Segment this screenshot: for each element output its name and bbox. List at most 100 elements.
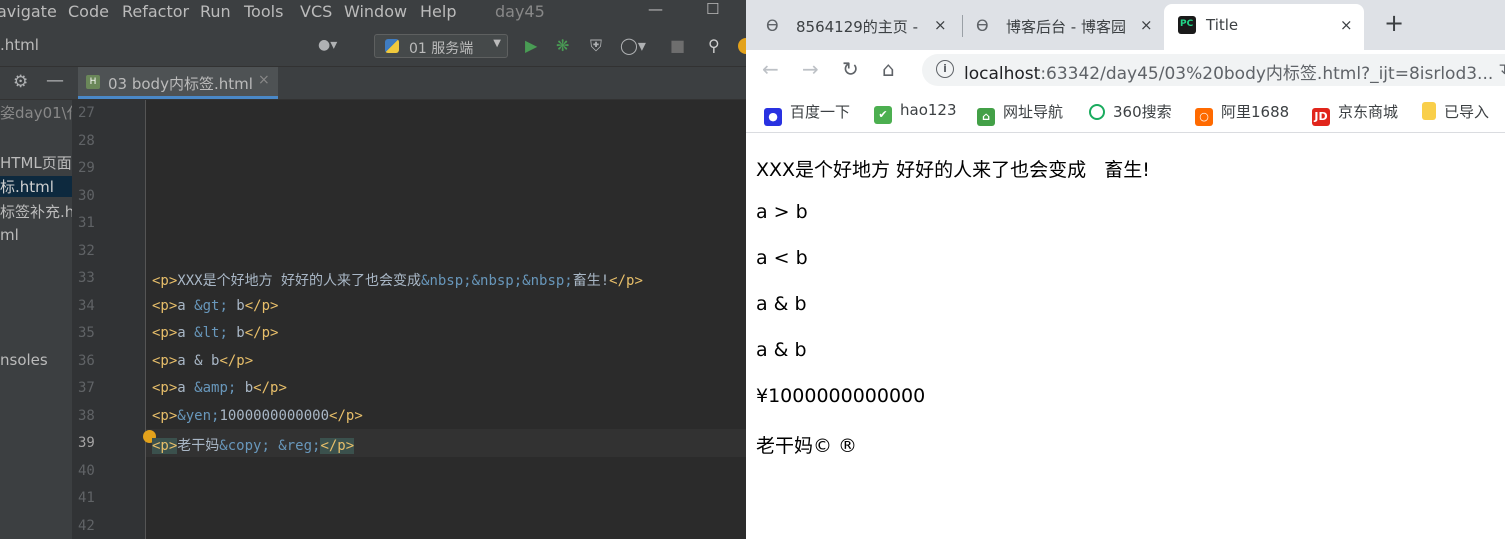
user-icon[interactable]: ●▾	[318, 37, 337, 53]
editor-tabs-bar: ⚙ — H 03 body内标签.html ×	[0, 67, 746, 100]
close-icon[interactable]: ×	[1140, 16, 1153, 34]
bookmark-item[interactable]: 已导入	[1422, 101, 1489, 122]
chevron-down-icon: ▼	[493, 38, 501, 49]
menu-tools[interactable]: Tools	[244, 2, 283, 21]
paragraph: a > b	[756, 201, 808, 223]
project-item[interactable]: ml	[0, 226, 19, 244]
bookmark-item[interactable]: ○ 阿里1688	[1195, 101, 1289, 126]
python-icon	[385, 39, 399, 53]
code-entity: &nbsp;&nbsp;&nbsp;	[421, 273, 573, 289]
search-icon[interactable]: ⚲	[708, 36, 720, 55]
project-item[interactable]: HTML页面.	[0, 152, 72, 173]
menu-help[interactable]: Help	[420, 2, 456, 21]
line-number: 42	[78, 518, 95, 534]
info-icon[interactable]: i	[936, 60, 954, 78]
code-text: 畜生!	[572, 273, 610, 289]
browser-tab-active[interactable]: Title ×	[1164, 4, 1364, 50]
editor-tab[interactable]: H 03 body内标签.html ×	[78, 67, 278, 99]
gear-icon[interactable]: ⚙	[13, 72, 28, 92]
folder-icon	[1422, 102, 1436, 120]
code-entity: &yen;	[177, 408, 220, 424]
minimize-button[interactable]: —	[648, 0, 663, 18]
bookmark-label: 京东商城	[1338, 103, 1399, 121]
browser-tab[interactable]: ϴ 8564129的主页 - ×	[754, 4, 956, 50]
editor-tab-label: 03 body内标签.html	[108, 75, 253, 93]
line-number: 27	[78, 105, 95, 121]
minus-icon[interactable]: —	[46, 70, 64, 91]
360-search-icon	[1089, 104, 1105, 120]
url-text: localhost:63342/day45/03%20body内标签.html?…	[964, 59, 1493, 84]
tag-close: </p>	[253, 380, 287, 396]
line-number: 36	[78, 353, 95, 369]
bookmark-item[interactable]: 360搜索	[1089, 101, 1172, 122]
jd-icon: JD	[1312, 108, 1330, 126]
menu-refactor[interactable]: Refactor	[122, 2, 189, 21]
browser-window: ϴ 8564129的主页 - × ϴ 博客后台 - 博客园 × Title × …	[746, 0, 1505, 539]
code-text: b	[227, 325, 245, 341]
code-line[interactable]: <p>XXX是个好地方 好好的人来了也会变成&nbsp;&nbsp;&nbsp;…	[152, 270, 643, 290]
menu-run[interactable]: Run	[200, 2, 231, 21]
back-icon[interactable]: ←	[762, 57, 779, 81]
line-number-current: 39	[78, 435, 95, 451]
url-host: localhost	[964, 64, 1041, 84]
ide-window: avigate Code Refactor Run Tools VCS Wind…	[0, 0, 746, 539]
project-item[interactable]: 标签补充.h	[0, 201, 72, 222]
code-text: 老干妈	[177, 438, 220, 454]
menu-code[interactable]: Code	[68, 2, 109, 21]
debug-icon[interactable]: ❋	[556, 36, 569, 55]
tag-close: </p>	[244, 298, 279, 314]
code-text: b	[227, 298, 245, 314]
consoles-item[interactable]: nsoles	[0, 351, 48, 369]
paragraph: XXX是个好地方 好好的人来了也会变成 畜生!	[756, 159, 1150, 181]
tab-separator	[962, 15, 963, 37]
menu-navigate[interactable]: avigate	[0, 2, 57, 21]
profile-icon[interactable]: ◯▾	[620, 36, 646, 55]
coverage-icon[interactable]: ⛨	[590, 36, 602, 56]
cnblogs-icon: ϴ	[766, 16, 779, 35]
code-text: a	[177, 298, 195, 314]
stop-icon[interactable]: ■	[670, 36, 685, 55]
pycharm-icon	[1178, 16, 1196, 34]
bookmark-item[interactable]: ● 百度一下	[764, 101, 850, 126]
code-line[interactable]: <p>&yen;1000000000000</p>	[152, 408, 363, 424]
url-path: :63342/day45/03%20body内标签.html?_ijt=8isr…	[1040, 64, 1494, 84]
tag-close: </p>	[329, 408, 363, 424]
line-number: 34	[78, 298, 95, 314]
close-icon[interactable]: ×	[1340, 16, 1353, 34]
code-line-current[interactable]: <p>老干妈&copy; &reg;</p>	[152, 435, 355, 455]
2345-icon: ⌂	[977, 108, 995, 126]
reading-list-icon[interactable]: ↴	[1496, 59, 1505, 78]
close-icon[interactable]: ×	[934, 16, 947, 34]
run-icon[interactable]: ▶	[525, 36, 537, 55]
line-number: 41	[78, 490, 95, 506]
new-tab-button[interactable]: +	[1384, 9, 1404, 37]
code-entity: &amp;	[194, 380, 237, 396]
project-item-selected[interactable]: 标.html	[0, 176, 72, 197]
home-icon[interactable]: ⌂	[882, 57, 895, 81]
bookmark-item[interactable]: JD 京东商城	[1312, 101, 1398, 126]
project-item[interactable]: 姿day01\代	[0, 102, 72, 123]
bookmark-item[interactable]: ✔ hao123	[874, 101, 957, 124]
code-line[interactable]: <p>a &gt; b</p>	[152, 298, 278, 314]
browser-tab-label: 8564129的主页 -	[796, 18, 918, 36]
menu-window[interactable]: Window	[344, 2, 407, 21]
bookmark-item[interactable]: ⌂ 网址导航	[977, 101, 1063, 126]
menu-vcs[interactable]: VCS	[300, 2, 332, 21]
run-config-select[interactable]: 01 服务端 ▼	[374, 34, 508, 58]
forward-icon[interactable]: →	[802, 57, 819, 81]
browser-tab[interactable]: ϴ 博客后台 - 博客园 ×	[964, 4, 1160, 50]
paragraph: a < b	[756, 247, 808, 269]
code-line[interactable]: <p>a &amp; b</p>	[152, 380, 287, 396]
code-line[interactable]: <p>a &lt; b</p>	[152, 325, 278, 341]
reload-icon[interactable]: ↻	[842, 57, 859, 81]
browser-tab-strip: ϴ 8564129的主页 - × ϴ 博客后台 - 博客园 × Title × …	[746, 0, 1505, 50]
tag-close: </p>	[244, 325, 279, 341]
tag-close-matched: </p>	[320, 438, 355, 454]
code-line[interactable]: <p>a & b</p>	[152, 353, 253, 369]
address-bar[interactable]: i localhost:63342/day45/03%20body内标签.htm…	[922, 54, 1505, 86]
baidu-icon: ●	[764, 108, 782, 126]
ide-menubar: avigate Code Refactor Run Tools VCS Wind…	[0, 0, 746, 26]
close-icon[interactable]: ×	[258, 72, 270, 88]
maximize-button[interactable]: ☐	[706, 0, 719, 18]
paragraph: ¥1000000000000	[756, 385, 926, 407]
